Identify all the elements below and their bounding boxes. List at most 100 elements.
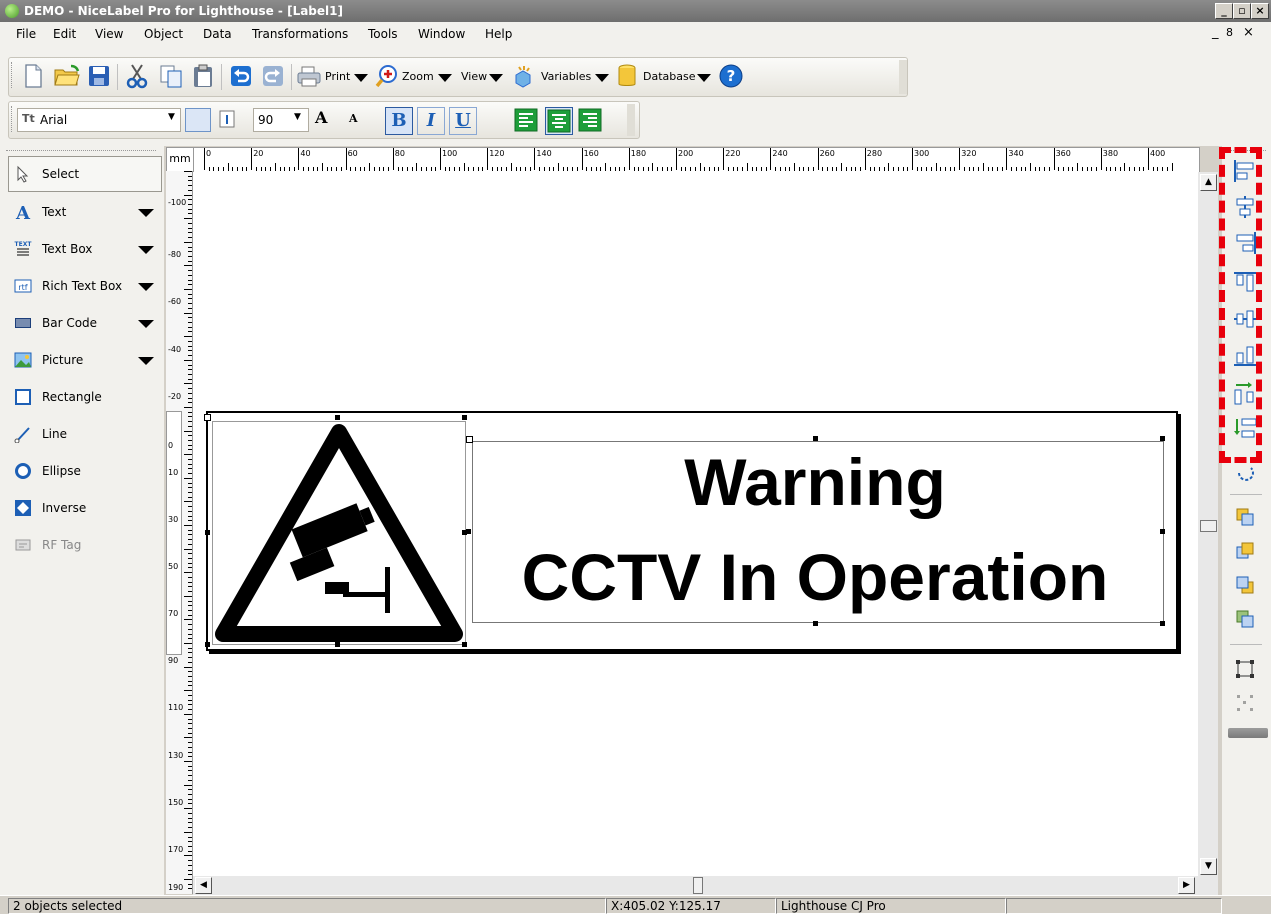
grow-font-button[interactable]: A: [315, 108, 327, 127]
database-icon[interactable]: [613, 62, 641, 90]
mdi-restore-button[interactable]: 8: [1226, 26, 1233, 39]
scroll-down-icon[interactable]: ▼: [1200, 858, 1217, 875]
tool-picture[interactable]: Picture: [8, 346, 158, 374]
text-frame-icon[interactable]: [185, 108, 211, 132]
italic-button[interactable]: I: [417, 107, 445, 135]
ungroup-icon[interactable]: [1234, 692, 1256, 714]
new-icon[interactable]: [19, 62, 47, 90]
toolbar-overflow-icon[interactable]: [1228, 728, 1268, 738]
menu-tools[interactable]: Tools: [368, 27, 398, 41]
open-icon[interactable]: [53, 62, 81, 90]
view-dropdown-icon[interactable]: [489, 74, 503, 82]
selection-handle[interactable]: [204, 414, 211, 421]
align-text-center-icon[interactable]: [545, 107, 573, 135]
redo-icon[interactable]: [259, 62, 287, 90]
zoom-dropdown-icon[interactable]: [438, 74, 452, 82]
text-rotate-icon[interactable]: [217, 108, 241, 130]
chevron-down-icon[interactable]: [138, 320, 154, 328]
menu-data[interactable]: Data: [203, 27, 232, 41]
font-size-select[interactable]: 90 ▼: [253, 108, 309, 132]
align-text-left-icon[interactable]: [513, 107, 539, 133]
chevron-down-icon[interactable]: [138, 357, 154, 365]
database-label[interactable]: Database: [643, 70, 696, 83]
copy-icon[interactable]: [157, 62, 185, 90]
database-dropdown-icon[interactable]: [697, 74, 711, 82]
scroll-left-icon[interactable]: ◀: [195, 877, 212, 894]
selection-handle[interactable]: [813, 436, 818, 441]
underline-button[interactable]: U: [449, 107, 477, 135]
tool-rectangle[interactable]: Rectangle: [8, 383, 158, 411]
variables-label[interactable]: Variables: [541, 70, 591, 83]
selection-handle[interactable]: [462, 415, 467, 420]
selection-handle[interactable]: [205, 642, 210, 647]
scroll-thumb[interactable]: [1200, 520, 1217, 532]
undo-icon[interactable]: [227, 62, 255, 90]
cut-icon[interactable]: [123, 62, 151, 90]
help-icon[interactable]: ?: [717, 62, 745, 90]
toolbar-grip[interactable]: [11, 62, 15, 88]
tool-rf-tag[interactable]: RF Tag: [8, 531, 158, 559]
zoom-label[interactable]: Zoom: [402, 70, 434, 83]
font-name-select[interactable]: Tt Arial ▼: [17, 108, 181, 132]
restore-button[interactable]: ▫: [1233, 3, 1251, 19]
scroll-thumb[interactable]: [693, 877, 703, 894]
rotate-icon[interactable]: [1234, 462, 1256, 484]
selection-handle[interactable]: [335, 642, 340, 647]
paste-icon[interactable]: [189, 62, 217, 90]
scroll-right-icon[interactable]: ▶: [1178, 877, 1195, 894]
zoom-icon[interactable]: [373, 62, 401, 90]
mdi-minimize-button[interactable]: _: [1212, 25, 1219, 40]
selection-handle[interactable]: [205, 530, 210, 535]
tool-text[interactable]: A Text: [8, 198, 158, 226]
group-icon[interactable]: [1234, 658, 1256, 680]
mdi-close-button[interactable]: ×: [1243, 25, 1254, 40]
tool-bar-code[interactable]: Bar Code: [8, 309, 158, 337]
align-text-right-icon[interactable]: [577, 107, 603, 133]
print-dropdown-icon[interactable]: [354, 74, 368, 82]
menu-file[interactable]: File: [16, 27, 36, 41]
chevron-down-icon[interactable]: [138, 209, 154, 217]
menu-window[interactable]: Window: [418, 27, 465, 41]
bold-button[interactable]: B: [385, 107, 413, 135]
horizontal-scrollbar[interactable]: ◀ ▶: [193, 876, 1198, 895]
toolbar-overflow-icon[interactable]: [899, 60, 907, 94]
menu-object[interactable]: Object: [144, 27, 183, 41]
selection-handle[interactable]: [462, 642, 467, 647]
tool-select[interactable]: Select: [8, 160, 158, 188]
variables-icon[interactable]: [509, 62, 537, 90]
print-icon[interactable]: [295, 62, 323, 90]
selection-handle[interactable]: [466, 436, 473, 443]
save-icon[interactable]: [85, 62, 113, 90]
send-backward-icon[interactable]: [1234, 574, 1256, 596]
print-label[interactable]: Print: [325, 70, 350, 83]
selection-handle[interactable]: [813, 621, 818, 626]
scroll-up-icon[interactable]: ▲: [1200, 174, 1217, 191]
tool-inverse[interactable]: Inverse: [8, 494, 158, 522]
variables-dropdown-icon[interactable]: [595, 74, 609, 82]
toolbar-grip[interactable]: [11, 106, 15, 132]
minimize-button[interactable]: _: [1215, 3, 1233, 19]
selection-handle[interactable]: [466, 529, 471, 534]
cctv-picture[interactable]: [212, 421, 466, 645]
selection-handle[interactable]: [1160, 621, 1165, 626]
bring-forward-icon[interactable]: [1234, 506, 1256, 528]
menu-help[interactable]: Help: [485, 27, 512, 41]
menu-view[interactable]: View: [95, 27, 123, 41]
menu-edit[interactable]: Edit: [53, 27, 76, 41]
selection-handle[interactable]: [1160, 529, 1165, 534]
vertical-scrollbar[interactable]: ▲ ▼: [1198, 172, 1218, 895]
selection-handle[interactable]: [335, 415, 340, 420]
tool-rich-text-box[interactable]: rtf Rich Text Box: [8, 272, 158, 300]
menu-transformations[interactable]: Transformations: [252, 27, 348, 41]
chevron-down-icon[interactable]: ▼: [294, 112, 301, 122]
selection-handle[interactable]: [1160, 436, 1165, 441]
tool-line[interactable]: Line: [8, 420, 158, 448]
view-label[interactable]: View: [461, 70, 487, 83]
toolbar-overflow-icon[interactable]: [627, 104, 635, 136]
chevron-down-icon[interactable]: [138, 283, 154, 291]
shrink-font-button[interactable]: A: [349, 112, 358, 125]
tool-ellipse[interactable]: Ellipse: [8, 457, 158, 485]
bring-to-front-icon[interactable]: [1234, 540, 1256, 562]
chevron-down-icon[interactable]: [138, 246, 154, 254]
chevron-down-icon[interactable]: ▼: [168, 112, 175, 122]
